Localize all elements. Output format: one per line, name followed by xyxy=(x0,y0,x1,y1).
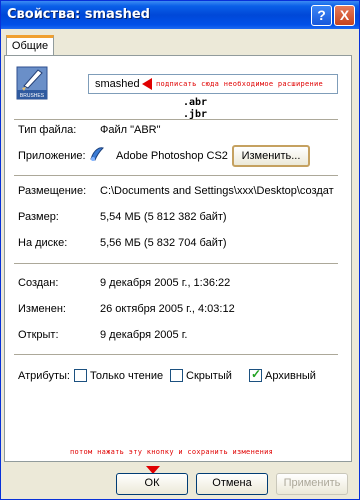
readonly-checkbox[interactable] xyxy=(74,369,87,382)
tab-general[interactable]: Общие xyxy=(6,35,54,57)
window-title: Свойства: smashed xyxy=(7,7,150,22)
disk-size-label: На диске: xyxy=(18,237,68,249)
cancel-button[interactable]: Отмена xyxy=(196,473,268,495)
modified-label: Изменен: xyxy=(18,303,66,315)
location-label: Размещение: xyxy=(18,185,87,197)
opened-value: 9 декабря 2005 г. xyxy=(100,329,188,341)
change-app-button[interactable]: Изменить... xyxy=(232,145,310,167)
checkmark-icon: ✓ xyxy=(251,367,262,381)
red-arrow-left-icon xyxy=(142,78,152,90)
hidden-checkbox[interactable] xyxy=(170,369,183,382)
hidden-label[interactable]: Скрытый xyxy=(186,370,232,382)
icon-caption: BRUSHES xyxy=(20,93,45,99)
application-value: Adobe Photoshop CS2 xyxy=(116,150,228,162)
created-value: 9 декабря 2005 г., 1:36:22 xyxy=(100,277,231,289)
brushes-file-icon: BRUSHES xyxy=(16,66,48,100)
readonly-label[interactable]: Только чтение xyxy=(90,370,163,382)
attributes-label: Атрибуты: xyxy=(18,370,70,382)
separator xyxy=(14,354,338,355)
extension-note: подписать сюда необходимое расширение xyxy=(156,80,324,88)
location-value: C:\Documents and Settings\xxx\Desktop\со… xyxy=(100,185,334,197)
modified-value: 26 октября 2005 г., 4:03:12 xyxy=(100,303,235,315)
separator xyxy=(14,263,338,264)
save-instruction-note: потом нажать эту кнопку и сохранить изме… xyxy=(70,448,274,456)
photoshop-icon xyxy=(90,147,104,161)
general-panel xyxy=(4,55,352,462)
title-bar[interactable]: Свойства: smashed ? X xyxy=(1,1,359,29)
archive-checkbox[interactable]: ✓ xyxy=(249,367,262,382)
apply-button[interactable]: Применить xyxy=(276,473,348,495)
separator xyxy=(14,119,338,120)
file-type-value: Файл "ABR" xyxy=(100,124,161,136)
help-button[interactable]: ? xyxy=(311,5,332,26)
opened-label: Открыт: xyxy=(18,329,59,341)
close-button[interactable]: X xyxy=(334,5,355,26)
archive-label[interactable]: Архивный xyxy=(265,370,316,382)
extension-hint-abr: .abr xyxy=(183,97,208,108)
size-label: Размер: xyxy=(18,211,59,223)
file-type-label: Тип файла: xyxy=(18,124,77,136)
disk-size-value: 5,56 МБ (5 832 704 байт) xyxy=(100,237,227,249)
application-label: Приложение: xyxy=(18,150,86,162)
size-value: 5,54 МБ (5 812 382 байт) xyxy=(100,211,227,223)
separator xyxy=(14,175,338,176)
created-label: Создан: xyxy=(18,277,59,289)
ok-button[interactable]: ОК xyxy=(116,473,188,495)
